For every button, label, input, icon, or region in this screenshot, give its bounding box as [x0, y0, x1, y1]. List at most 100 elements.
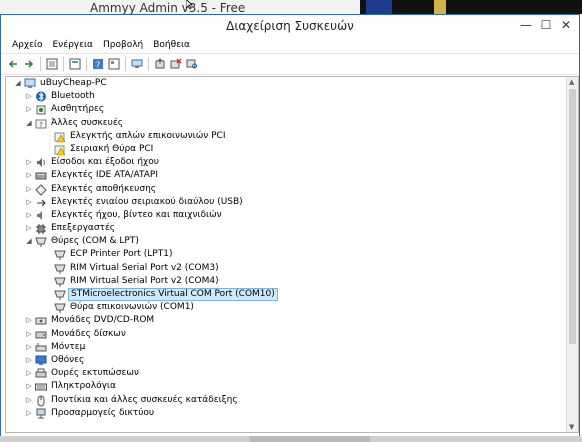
dvd-icon [35, 315, 47, 326]
scroll-down-icon[interactable]: ▼ [569, 423, 574, 431]
menu-action[interactable]: Ενέργεια [48, 40, 98, 50]
expand-toggle-icon[interactable]: ▷ [25, 354, 33, 367]
tree-node-label: RIM Virtual Serial Port v2 (COM4) [70, 275, 219, 286]
tree-node[interactable]: ▷ Μονάδες δίσκων [6, 328, 566, 341]
tree-node[interactable]: ▷ Ποντίκια και άλλες συσκευές κατάδειξης [6, 394, 566, 407]
tree-node[interactable]: ▷ Bluetooth [6, 90, 566, 103]
tree-node[interactable]: ▷ Επεξεργαστές [6, 222, 566, 235]
tree-node[interactable]: RIM Virtual Serial Port v2 (COM4) [6, 275, 566, 288]
tree-node[interactable]: ▷ Οθόνες [6, 354, 566, 367]
tree-node-label: Άλλες συσκευές [51, 117, 124, 128]
tree-node-label: Ελεγκτές ήχου, βίντεο και παιχνιδιών [51, 209, 222, 220]
tree-node[interactable]: ▷ Ελεγκτές αποθήκευσης [6, 183, 566, 196]
tree-node[interactable]: ◢ uBuyCheap-PC [6, 77, 566, 90]
expand-toggle-icon[interactable]: ▷ [25, 90, 33, 103]
network-icon [35, 408, 47, 419]
tree-node-label: Ελεγκτές IDE ATA/ATAPI [51, 170, 159, 181]
expand-toggle-icon[interactable]: ▷ [25, 367, 33, 380]
tree-node[interactable]: ◢ Θύρες (COM & LPT) [6, 235, 566, 248]
tree-node-label: Μονάδες DVD/CD-ROM [51, 315, 155, 326]
expand-toggle-icon[interactable]: ▷ [25, 209, 33, 222]
keyboard-icon [35, 381, 47, 392]
cpu-icon [35, 223, 47, 235]
tree-node[interactable]: Ελεγκτής απλών επικοινωνιών PCI [6, 130, 566, 143]
expand-toggle-icon[interactable]: ◢ [14, 77, 22, 90]
remote-app-title: Ammyy Admin v3.5 - Free [90, 1, 246, 15]
tree-node[interactable]: ▷ Μόντεμ [6, 341, 566, 354]
expand-toggle-icon[interactable]: ▷ [25, 156, 33, 169]
tree-node-label: Bluetooth [51, 91, 95, 102]
update-driver-icon[interactable] [153, 57, 167, 71]
tree-node[interactable]: Σειριακή Θύρα PCI [6, 143, 566, 156]
svg-text:?: ? [96, 61, 100, 70]
tree-node[interactable]: ▷ Είσοδοι και έξοδοι ήχου [6, 156, 566, 169]
minimize-button[interactable]: — [517, 17, 535, 33]
close-button[interactable]: ✕ [557, 17, 575, 33]
disk-icon [35, 329, 47, 340]
tree-node-label: ECP Printer Port (LPT1) [70, 249, 173, 260]
tree-node[interactable]: ◢? Άλλες συσκευές [6, 117, 566, 130]
menu-bar: Αρχείο Ενέργεια Προβολή Βοήθεια [1, 37, 579, 54]
tree-node[interactable]: ECP Printer Port (LPT1) [6, 248, 566, 261]
tree-node-label: RIM Virtual Serial Port v2 (COM3) [70, 262, 219, 273]
remote-viewer-strip: Ammyy Admin v3.5 - Free [0, 0, 582, 15]
device-tree-panel: ◢ uBuyCheap-PC ▷ Bluetooth ▷ Αισθητήρες ◢? Άλλε… [5, 76, 579, 433]
scroll-up-icon[interactable]: ▲ [569, 78, 574, 86]
tree-node[interactable]: ▷ Ελεγκτές IDE ATA/ATAPI [6, 169, 566, 182]
expand-toggle-icon[interactable]: ▷ [25, 394, 33, 407]
menu-file[interactable]: Αρχείο [7, 40, 48, 50]
expand-toggle-icon[interactable]: ▷ [25, 222, 33, 235]
scan-hardware-icon[interactable] [185, 57, 199, 71]
list-view-icon[interactable] [68, 57, 82, 71]
computer-icon[interactable] [130, 57, 144, 71]
tree-node[interactable]: STMicroelectronics Virtual COM Port (COM… [6, 288, 566, 301]
tree-node-label: Θύρες (COM & LPT) [51, 236, 139, 247]
computer-icon [24, 78, 36, 89]
expand-toggle-icon[interactable]: ▷ [25, 103, 33, 116]
expand-toggle-icon[interactable]: ▷ [25, 196, 33, 209]
tree-node-label: Πληκτρολόγια [51, 381, 116, 392]
tree-node-label: Ελεγκτές αποθήκευσης [51, 183, 157, 194]
expand-toggle-icon[interactable]: ▷ [25, 341, 33, 354]
sensor-icon [35, 104, 47, 115]
expand-toggle-icon[interactable]: ▷ [25, 328, 33, 341]
tree-node[interactable]: ▷ Ελεγκτές ενιαίου σειριακού διαύλου (USB… [6, 196, 566, 209]
maximize-button[interactable]: ☐ [537, 17, 555, 33]
vertical-scrollbar[interactable]: ▲ ▼ [566, 77, 578, 432]
properties-view-icon[interactable] [45, 57, 59, 71]
back-icon[interactable] [6, 57, 20, 71]
tree-node-label: Αισθητήρες [51, 104, 105, 115]
forward-icon[interactable] [22, 57, 36, 71]
uninstall-icon[interactable] [169, 57, 183, 71]
expand-toggle-icon[interactable]: ▷ [25, 407, 33, 420]
tree-node[interactable]: ▷ Μονάδες DVD/CD-ROM [6, 314, 566, 327]
toolbar-separator [125, 57, 126, 71]
tree-node[interactable]: ▷ Πληκτρολόγια [6, 380, 566, 393]
tree-node[interactable]: RIM Virtual Serial Port v2 (COM3) [6, 262, 566, 275]
expand-toggle-icon[interactable]: ◢ [25, 117, 33, 130]
expand-toggle-icon[interactable]: ▷ [25, 380, 33, 393]
scroll-thumb[interactable] [569, 89, 576, 344]
expand-toggle-icon[interactable]: ▷ [25, 314, 33, 327]
tree-node[interactable]: Θύρα επικοινωνιών (COM1) [6, 301, 566, 314]
tree-node-label: Ουρές εκτυπώσεων [51, 368, 139, 379]
expand-toggle-icon[interactable]: ◢ [25, 235, 33, 248]
expand-toggle-icon[interactable]: ▷ [25, 183, 33, 196]
warning-icon [54, 131, 66, 143]
tree-node-label: Μόντεμ [51, 341, 86, 352]
tree-node[interactable]: ▷ Ουρές εκτυπώσεων [6, 367, 566, 380]
menu-help[interactable]: Βοήθεια [148, 40, 195, 50]
expand-toggle-icon[interactable]: ▷ [25, 169, 33, 182]
tree-node[interactable]: ▷ Προσαρμογείς δικτύου [6, 407, 566, 420]
port-icon [54, 263, 66, 274]
tree-node-label: Επεξεργαστές [51, 223, 116, 234]
refresh-view-icon[interactable] [107, 57, 121, 71]
tree-node[interactable]: ▷ Ελεγκτές ήχου, βίντεο και παιχνιδιών [6, 209, 566, 222]
help-icon[interactable]: ? [91, 57, 105, 71]
tree-node-label: Είσοδοι και έξοδοι ήχου [51, 157, 159, 168]
title-bar[interactable]: Διαχείριση Συσκευών — ☐ ✕ [1, 15, 579, 37]
menu-view[interactable]: Προβολή [98, 40, 148, 50]
mouse-cursor-icon [186, 0, 193, 9]
taskbar-strip [0, 436, 582, 442]
tree-node[interactable]: ▷ Αισθητήρες [6, 103, 566, 116]
